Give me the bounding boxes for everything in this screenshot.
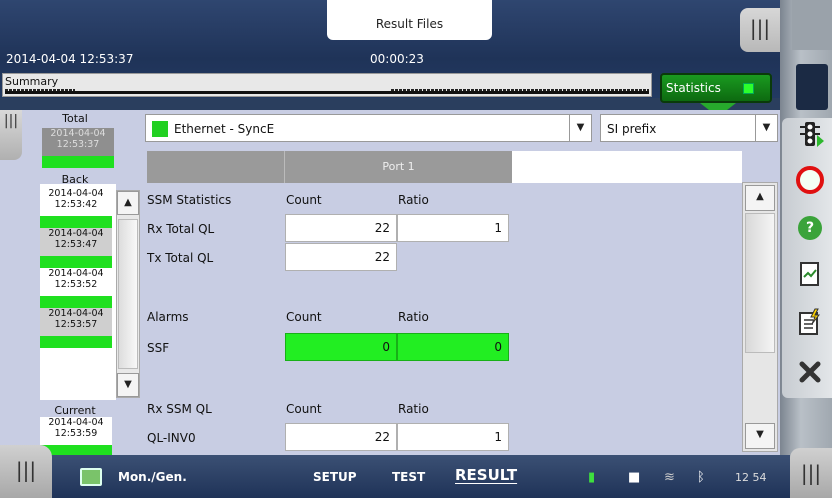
port-header: Port 1	[284, 151, 512, 183]
power-plug-icon: ▮	[588, 470, 596, 485]
list-item[interactable]: 2014-04-04 12:53:47	[40, 228, 112, 268]
prefix-select[interactable]: SI prefix ▼	[600, 114, 778, 142]
start-datetime: 2014-04-04 12:53:37	[6, 52, 134, 66]
scroll-thumb[interactable]	[118, 219, 138, 369]
results-panel: ||| Total 2014-04-04 12:53:37 Back 2014-…	[0, 110, 780, 457]
back-list-scrollbar[interactable]: ▲ ▼	[116, 190, 140, 398]
rail-top-block	[792, 0, 832, 50]
item-time: 12:53:57	[54, 319, 98, 330]
clock: 12 54	[735, 471, 767, 484]
side-panel-handle-icon[interactable]: |||	[0, 110, 22, 160]
menu-handle-icon[interactable]: |||	[740, 8, 780, 52]
chevron-down-icon[interactable]: ▼	[569, 115, 591, 141]
interface-status-icon	[152, 121, 168, 137]
section-title: Alarms	[147, 310, 189, 324]
row-label: SSF	[147, 341, 170, 355]
elapsed-time: 00:00:23	[370, 52, 424, 66]
scroll-thumb[interactable]	[745, 213, 775, 353]
results-scrollbar[interactable]: ▲ ▼	[742, 182, 778, 452]
statistics-label: Statistics	[666, 81, 721, 95]
count-cell: 22	[285, 214, 397, 242]
total-date: 2014-04-04	[50, 128, 106, 139]
item-date: 2014-04-04	[48, 308, 104, 319]
row-label: QL-INV0	[147, 431, 196, 445]
status-bar	[40, 296, 112, 308]
rail-handle-icon[interactable]: |||	[790, 448, 832, 498]
current-time: 12:53:59	[54, 428, 98, 439]
column-header: Ratio	[398, 402, 429, 416]
bottom-bar: Mon./Gen. SETUP TEST RESULT ▮ ■ ≋ ᛒ 12 5…	[0, 455, 790, 498]
top-header: Result Files ||| 2014-04-04 12:53:37 00:…	[0, 0, 780, 103]
summary-timeline[interactable]: Summary	[2, 73, 652, 97]
timeline-bar	[5, 91, 649, 94]
traffic-light-icon[interactable]	[788, 112, 832, 156]
prefix-value: SI prefix	[607, 122, 657, 136]
list-item[interactable]: 2014-04-04 12:53:52	[40, 268, 112, 308]
statistics-button[interactable]: Statistics	[660, 73, 772, 103]
column-header: Ratio	[398, 310, 429, 324]
status-led-icon	[743, 83, 754, 94]
current-label: Current	[54, 404, 96, 417]
column-header: Count	[286, 193, 322, 207]
item-time: 12:53:42	[54, 199, 98, 210]
summary-label: Summary	[5, 75, 59, 88]
count-cell: 22	[285, 423, 397, 451]
item-date: 2014-04-04	[48, 228, 104, 239]
total-time: 12:53:37	[56, 139, 100, 150]
grid-header-label-col	[147, 151, 284, 183]
item-time: 12:53:47	[54, 239, 98, 250]
record-icon[interactable]	[788, 158, 832, 202]
count-cell: 22	[285, 243, 397, 271]
count-cell: 0	[285, 333, 397, 361]
status-bar	[40, 216, 112, 228]
column-header: Ratio	[398, 193, 429, 207]
usb-disconnected-icon: ■	[628, 470, 641, 485]
ratio-cell: 0	[397, 333, 509, 361]
interface-select[interactable]: Ethernet - SyncE ▼	[145, 114, 592, 142]
item-time: 12:53:52	[54, 279, 98, 290]
total-card[interactable]: 2014-04-04 12:53:37	[42, 128, 114, 168]
chevron-down-icon[interactable]: ▼	[755, 115, 777, 141]
list-item[interactable]: 2014-04-04 12:53:42	[40, 188, 112, 228]
column-header: Count	[286, 402, 322, 416]
scroll-down-icon[interactable]: ▼	[117, 373, 139, 397]
report-icon[interactable]	[788, 252, 832, 296]
status-bar	[42, 156, 114, 168]
column-header: Count	[286, 310, 322, 324]
rail-dark-button[interactable]	[796, 64, 828, 110]
scroll-down-icon[interactable]: ▼	[745, 423, 775, 449]
wifi-icon: ≋	[664, 470, 675, 485]
section-title: SSM Statistics	[147, 193, 232, 207]
ratio-cell: 1	[397, 214, 509, 242]
item-date: 2014-04-04	[48, 268, 104, 279]
row-label: Rx Total QL	[147, 222, 215, 236]
item-date: 2014-04-04	[48, 188, 104, 199]
result-files-tab[interactable]: Result Files	[327, 0, 492, 40]
ratio-cell: 1	[397, 423, 509, 451]
nav-setup[interactable]: SETUP	[313, 470, 357, 484]
total-label: Total	[62, 112, 88, 125]
scroll-up-icon[interactable]: ▲	[745, 185, 775, 211]
tools-icon[interactable]	[788, 350, 832, 394]
bottom-handle-icon[interactable]: |||	[0, 445, 52, 498]
status-bar	[40, 336, 112, 348]
quick-report-icon[interactable]	[788, 300, 832, 344]
monitor-generator-icon[interactable]	[80, 468, 102, 486]
nav-result[interactable]: RESULT	[455, 466, 517, 484]
mode-label[interactable]: Mon./Gen.	[118, 470, 187, 484]
status-bar	[40, 256, 112, 268]
grid-header-empty	[512, 151, 742, 183]
section-title: Rx SSM QL	[147, 402, 212, 416]
nav-test[interactable]: TEST	[392, 470, 425, 484]
row-label: Tx Total QL	[147, 251, 214, 265]
scroll-up-icon[interactable]: ▲	[117, 191, 139, 215]
help-icon[interactable]: ?	[788, 206, 832, 250]
bluetooth-icon: ᛒ	[697, 470, 705, 485]
current-date: 2014-04-04	[48, 417, 104, 428]
list-item[interactable]: 2014-04-04 12:53:57	[40, 308, 112, 348]
interface-value: Ethernet - SyncE	[174, 122, 275, 136]
